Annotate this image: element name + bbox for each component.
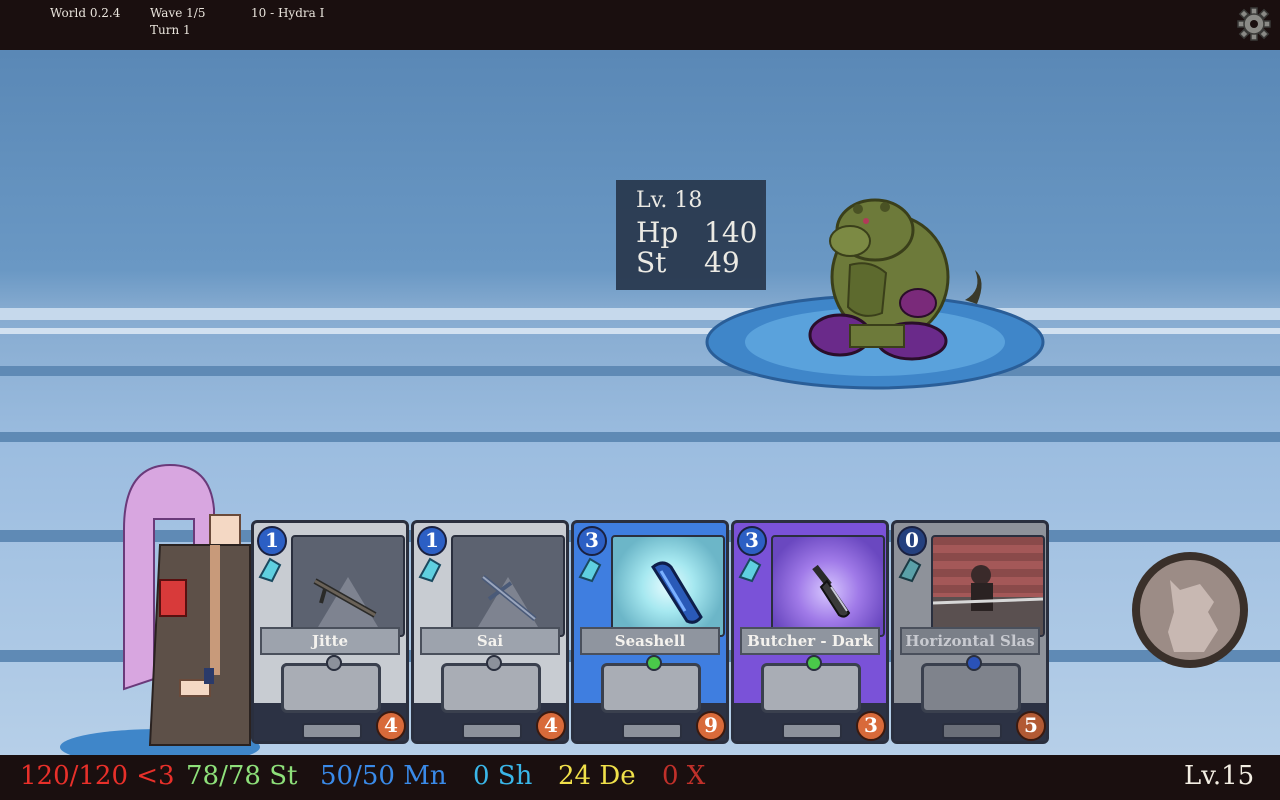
card-gem (486, 655, 502, 671)
card-name: Seashell (580, 627, 720, 655)
card-seashell[interactable]: Seashell 3 9 (571, 520, 729, 744)
defense-stat: 24 De (558, 761, 636, 791)
floor-stripe (0, 308, 1280, 320)
card-bar (942, 723, 1002, 739)
card-cost: 1 (257, 526, 287, 556)
card-gem-front (326, 655, 342, 671)
floor-stripe (0, 432, 1280, 442)
player-sprite (60, 463, 260, 755)
card-cost: 1 (417, 526, 447, 556)
enemy-hp-value: 140 (704, 216, 758, 249)
card-cost: 3 (737, 526, 767, 556)
card-cost: 3 (577, 526, 607, 556)
card-art (771, 535, 885, 637)
enemy-st-value: 49 (704, 246, 740, 279)
card-value: 5 (1016, 711, 1046, 741)
card-value: 9 (696, 711, 726, 741)
hp-stat: 120/120 <3 (20, 761, 175, 791)
floor-stripe (0, 366, 1280, 376)
floor-stripe (0, 328, 1280, 334)
mana-stat: 50/50 Mn (320, 761, 447, 791)
enemy-hp-label: Hp (636, 216, 679, 249)
enemy-stat-box: Lv. 18 Hp 140 St 49 (616, 180, 766, 290)
card-gem (646, 655, 662, 671)
card-value: 3 (856, 711, 886, 741)
card-butcher-dark[interactable]: Butcher - Dark 3 3 (731, 520, 889, 744)
enemy-st-row: St 49 (636, 246, 740, 279)
card-value: 4 (376, 711, 406, 741)
enemy-hp-row: Hp 140 (636, 216, 757, 249)
card-name: Butcher - Dark (740, 627, 880, 655)
card-bar (622, 723, 682, 739)
card-cost: 0 (897, 526, 927, 556)
crystal-icon (258, 557, 282, 583)
card-name: Jitte (260, 627, 400, 655)
enemy-st-label: St (636, 246, 667, 279)
card-art (931, 535, 1045, 637)
top-bar: World 0.2.4 Wave 1/5 Turn 1 10 - Hydra I (0, 0, 1280, 50)
stage-label: 10 - Hydra I (251, 6, 325, 20)
status-bar: 120/120 <3 78/78 St 50/50 Mn 0 Sh 24 De … (0, 755, 1280, 800)
stamina-stat: 78/78 St (186, 761, 298, 791)
crystal-icon (418, 557, 442, 583)
card-bar (302, 723, 362, 739)
wave-label: Wave 1/5 (150, 6, 206, 20)
gear-icon[interactable] (1236, 6, 1272, 42)
shield-stat: 0 Sh (473, 761, 533, 791)
card-gem (966, 655, 982, 671)
crystal-icon (578, 557, 602, 583)
card-art (291, 535, 405, 637)
card-jitte[interactable]: Jitte 1 4 (251, 520, 409, 744)
crystal-icon (738, 557, 762, 583)
crystal-icon (898, 557, 922, 583)
world-label: World 0.2.4 (50, 6, 121, 20)
card-bar (462, 723, 522, 739)
x-stat: 0 X (662, 761, 706, 791)
card-horizontal-slash[interactable]: Horizontal Slas 0 5 (891, 520, 1049, 744)
card-gem (806, 655, 822, 671)
player-level: Lv.15 (1184, 761, 1255, 791)
card-sai[interactable]: Sai 1 4 (411, 520, 569, 744)
card-value: 4 (536, 711, 566, 741)
card-art (451, 535, 565, 637)
card-bar (782, 723, 842, 739)
card-art (611, 535, 725, 637)
enemy-level: Lv. 18 (636, 188, 703, 213)
card-name: Horizontal Slas (900, 627, 1040, 655)
card-name: Sai (420, 627, 560, 655)
turn-label: Turn 1 (150, 23, 191, 37)
character-portrait-button[interactable] (1130, 550, 1250, 670)
